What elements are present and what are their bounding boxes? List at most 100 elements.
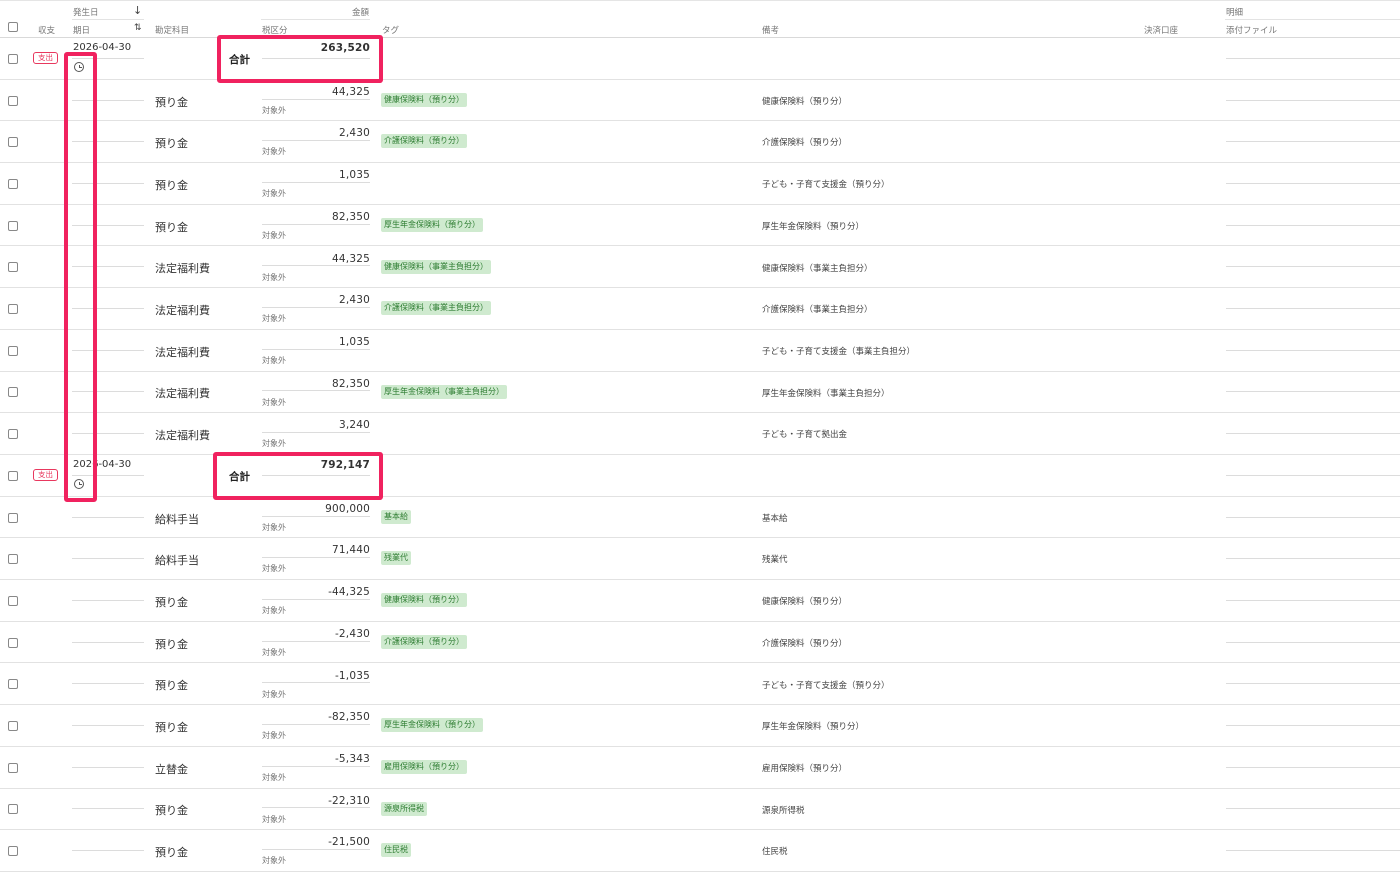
header-detail[interactable]: 明細: [1226, 6, 1243, 18]
tag-chip[interactable]: 介護保険料（預り分）: [381, 134, 467, 149]
due-date-field[interactable]: [72, 433, 144, 435]
header-tax[interactable]: 税区分: [262, 24, 288, 36]
tag-chip[interactable]: 厚生年金保険料（預り分）: [381, 718, 483, 733]
line-amount[interactable]: 900,000: [262, 503, 370, 515]
transaction-line-row[interactable]: 預り金 44,325 対象外 健康保険料（預り分） 健康保険料（預り分）: [0, 80, 1400, 122]
memo-text[interactable]: 介護保険料（預り分）: [762, 637, 847, 649]
tag-chip[interactable]: 源泉所得税: [381, 801, 427, 816]
tag-chip[interactable]: 厚生年金保険料（事業主負担分）: [381, 384, 507, 399]
row-checkbox[interactable]: [8, 137, 18, 148]
header-wallet[interactable]: 決済口座: [1144, 24, 1178, 36]
tax-category[interactable]: 対象外: [262, 605, 286, 616]
clock-icon[interactable]: [74, 62, 84, 72]
account-name[interactable]: 預り金: [155, 636, 188, 652]
tag-chip[interactable]: 健康保険料（預り分）: [381, 92, 467, 107]
row-checkbox[interactable]: [8, 637, 18, 648]
tag-chip[interactable]: 介護保険料（事業主負担分）: [381, 301, 491, 316]
tax-category[interactable]: 対象外: [262, 772, 286, 783]
attachment-field[interactable]: [1226, 182, 1400, 184]
memo-text[interactable]: 子ども・子育て支援金（預り分）: [762, 679, 890, 691]
memo-text[interactable]: 子ども・子育て支援金（預り分）: [762, 178, 890, 190]
account-name[interactable]: 預り金: [155, 177, 188, 193]
due-date-field[interactable]: [72, 391, 144, 393]
tag-chip[interactable]: 雇用保険料（預り分）: [381, 759, 467, 774]
transaction-line-row[interactable]: 法定福利費 44,325 対象外 健康保険料（事業主負担分） 健康保険料（事業主負担分）: [0, 247, 1400, 289]
header-account[interactable]: 勘定科目: [155, 24, 189, 36]
due-date-field[interactable]: [72, 349, 144, 351]
header-amount[interactable]: 金額: [352, 6, 369, 18]
tag-chip[interactable]: 住民税: [381, 843, 411, 858]
header-tag[interactable]: タグ: [382, 24, 399, 36]
account-name[interactable]: 法定福利費: [155, 427, 210, 443]
tag-chip[interactable]: 介護保険料（預り分）: [381, 634, 467, 649]
tax-category[interactable]: 対象外: [262, 438, 286, 449]
account-name[interactable]: 預り金: [155, 94, 188, 110]
transaction-line-row[interactable]: 預り金 -22,310 対象外 源泉所得税 源泉所得税: [0, 789, 1400, 831]
memo-text[interactable]: 健康保険料（預り分）: [762, 95, 847, 107]
tax-category[interactable]: 対象外: [262, 563, 286, 574]
line-amount[interactable]: 2,430: [262, 127, 370, 139]
tag-chip[interactable]: 残業代: [381, 551, 411, 566]
due-date-field[interactable]: [72, 683, 144, 685]
line-amount[interactable]: 1,035: [262, 336, 370, 348]
line-amount[interactable]: 3,240: [262, 419, 370, 431]
occurred-date[interactable]: 2026-04-30: [73, 459, 131, 470]
row-checkbox[interactable]: [8, 804, 18, 815]
row-checkbox[interactable]: [8, 595, 18, 606]
tax-category[interactable]: 対象外: [262, 146, 286, 157]
row-checkbox[interactable]: [8, 345, 18, 356]
account-name[interactable]: 給料手当: [155, 552, 199, 568]
attachment-field[interactable]: [1226, 141, 1400, 143]
line-amount[interactable]: -1,035: [262, 670, 370, 682]
transaction-line-row[interactable]: 預り金 82,350 対象外 厚生年金保険料（預り分） 厚生年金保険料（預り分）: [0, 205, 1400, 247]
memo-text[interactable]: 残業代: [762, 553, 788, 565]
tax-category[interactable]: 対象外: [262, 272, 286, 283]
due-date-field[interactable]: [72, 725, 144, 727]
attachment-field[interactable]: [1226, 99, 1400, 101]
tax-category[interactable]: 対象外: [262, 355, 286, 366]
account-name[interactable]: 法定福利費: [155, 302, 210, 318]
memo-text[interactable]: 子ども・子育て拠出金: [762, 428, 847, 440]
row-checkbox[interactable]: [8, 679, 18, 690]
account-name[interactable]: 預り金: [155, 844, 188, 860]
attachment-field[interactable]: [1226, 266, 1400, 268]
transaction-line-row[interactable]: 法定福利費 82,350 対象外 厚生年金保険料（事業主負担分） 厚生年金保険料（事業主…: [0, 372, 1400, 414]
due-date-field[interactable]: [72, 141, 144, 143]
row-checkbox[interactable]: [8, 262, 18, 273]
account-name[interactable]: 預り金: [155, 677, 188, 693]
tag-chip[interactable]: 基本給: [381, 509, 411, 524]
account-name[interactable]: 給料手当: [155, 511, 199, 527]
due-date-field[interactable]: [72, 641, 144, 643]
transaction-line-row[interactable]: 預り金 2,430 対象外 介護保険料（預り分） 介護保険料（預り分）: [0, 121, 1400, 164]
account-name[interactable]: 法定福利費: [155, 260, 210, 276]
memo-text[interactable]: 雇用保険料（預り分）: [762, 762, 847, 774]
tax-category[interactable]: 対象外: [262, 105, 286, 116]
transaction-line-row[interactable]: 預り金 -1,035 対象外 子ども・子育て支援金（預り分）: [0, 664, 1400, 706]
attachment-field[interactable]: [1226, 641, 1400, 643]
row-checkbox[interactable]: [8, 220, 18, 231]
line-amount[interactable]: 44,325: [262, 253, 370, 265]
tag-chip[interactable]: 健康保険料（事業主負担分）: [381, 259, 491, 274]
due-date-field[interactable]: [72, 808, 144, 810]
sort-desc-icon[interactable]: ↓: [133, 4, 142, 17]
attachment-field[interactable]: [1226, 850, 1400, 852]
attachment-field[interactable]: [1226, 474, 1400, 476]
line-amount[interactable]: -2,430: [262, 628, 370, 640]
due-date-field[interactable]: [72, 850, 144, 852]
attachment-field[interactable]: [1226, 57, 1400, 59]
account-name[interactable]: 法定福利費: [155, 344, 210, 360]
line-amount[interactable]: -5,343: [262, 753, 370, 765]
transaction-line-row[interactable]: 預り金 1,035 対象外 子ども・子育て支援金（預り分）: [0, 163, 1400, 205]
memo-text[interactable]: 厚生年金保険料（預り分）: [762, 720, 864, 732]
tax-category[interactable]: 対象外: [262, 230, 286, 241]
line-amount[interactable]: -44,325: [262, 586, 370, 598]
header-memo[interactable]: 備考: [762, 24, 779, 36]
due-date-field[interactable]: [72, 266, 144, 268]
line-amount[interactable]: -22,310: [262, 795, 370, 807]
memo-text[interactable]: 厚生年金保険料（預り分）: [762, 220, 864, 232]
transaction-total-row[interactable]: 支出 2026-04-30 合計 263,520: [0, 38, 1400, 80]
transaction-line-row[interactable]: 預り金 -44,325 対象外 健康保険料（預り分） 健康保険料（預り分）: [0, 580, 1400, 622]
select-all-checkbox[interactable]: [8, 22, 18, 32]
memo-text[interactable]: 住民税: [762, 845, 788, 857]
account-name[interactable]: 預り金: [155, 135, 188, 151]
